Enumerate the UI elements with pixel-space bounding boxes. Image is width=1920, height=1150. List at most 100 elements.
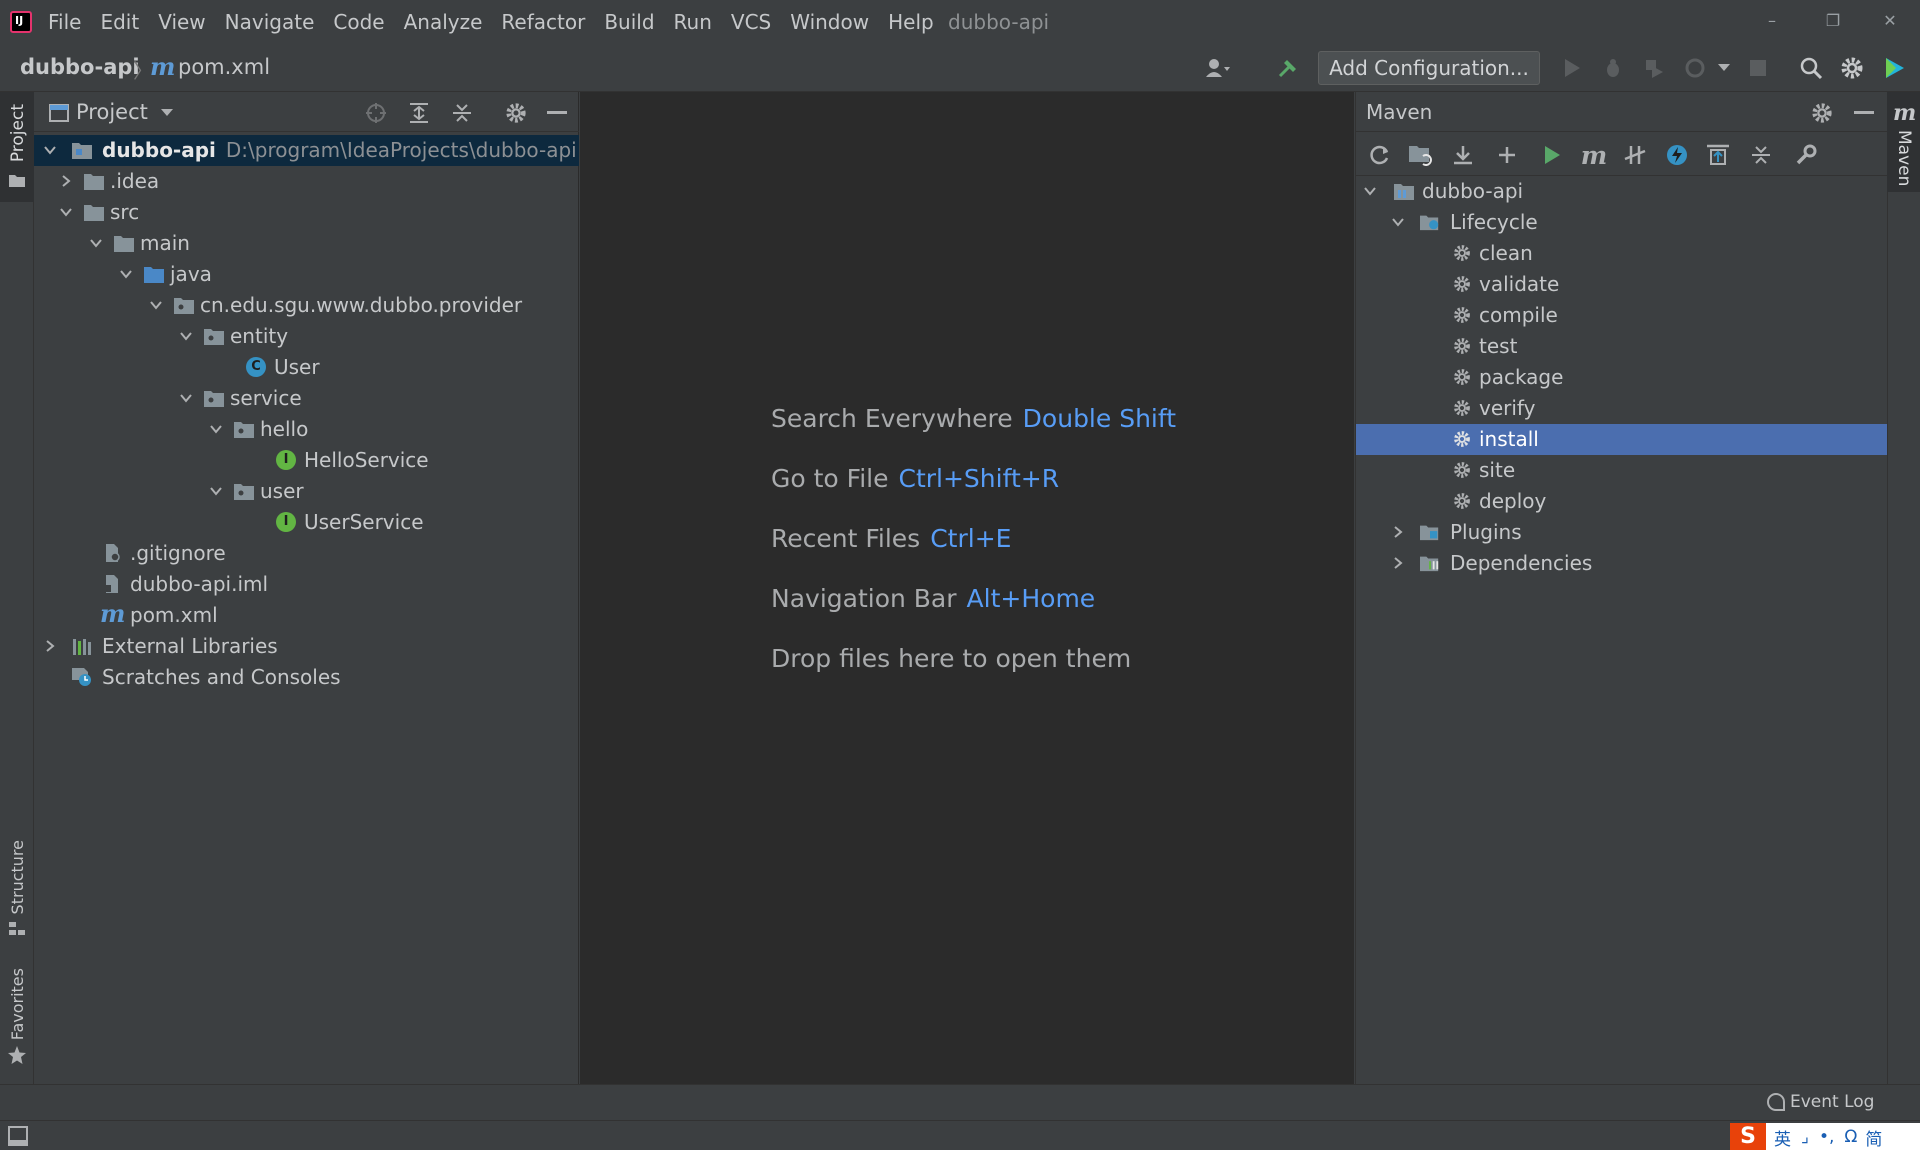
toggle-tool-windows-icon[interactable] (8, 1126, 28, 1146)
download-icon[interactable] (1449, 141, 1477, 169)
chevron-down-icon[interactable] (120, 268, 132, 280)
tree-node-hello[interactable]: hello (34, 414, 579, 445)
tree-node-service[interactable]: service (34, 383, 579, 414)
menu-run[interactable]: Run (674, 8, 712, 36)
menu-edit[interactable]: Edit (100, 8, 139, 36)
wrench-icon[interactable] (1792, 141, 1820, 169)
show-dependencies-icon[interactable] (1704, 141, 1732, 169)
menu-navigate[interactable]: Navigate (225, 8, 315, 36)
tree-node-main[interactable]: main (34, 228, 579, 259)
chevron-right-icon[interactable] (60, 175, 72, 187)
menu-help[interactable]: Help (888, 8, 934, 36)
chevron-right-icon[interactable] (1392, 557, 1404, 569)
maven-goal-site[interactable]: site (1356, 455, 1888, 486)
tree-node-user-class[interactable]: C User (34, 352, 579, 383)
tree-node-user-package[interactable]: user (34, 476, 579, 507)
tree-node-iml[interactable]: dubbo-api.iml (34, 569, 579, 600)
tree-node-helloservice[interactable]: I HelloService (34, 445, 579, 476)
menu-build[interactable]: Build (604, 8, 654, 36)
locate-file-icon[interactable] (363, 100, 389, 126)
add-icon[interactable] (1493, 141, 1521, 169)
maven-goal-deploy[interactable]: deploy (1356, 486, 1888, 517)
chevron-down-icon[interactable] (180, 392, 192, 404)
tree-node-project-root[interactable]: dubbo-api D:\program\IdeaProjects\dubbo-a… (34, 135, 579, 166)
chevron-down-icon[interactable] (44, 144, 56, 156)
maven-goal-install[interactable]: install (1356, 424, 1888, 455)
chevron-down-icon[interactable] (90, 237, 102, 249)
ime-moon-icon[interactable]: ⌟ (1801, 1127, 1809, 1147)
toggle-offline-icon[interactable] (1621, 141, 1649, 169)
breadcrumb-project[interactable]: dubbo-api (20, 55, 140, 79)
event-log-tab[interactable]: Event Log (1766, 1092, 1874, 1112)
run-icon[interactable] (1558, 54, 1586, 82)
menu-view[interactable]: View (158, 8, 205, 36)
debug-icon[interactable] (1599, 54, 1627, 82)
collapse-all-icon[interactable] (1747, 141, 1775, 169)
chevron-right-icon[interactable] (1392, 526, 1404, 538)
chevron-down-icon[interactable] (60, 206, 72, 218)
ime-symbol[interactable]: Ω (1844, 1127, 1857, 1147)
user-icon[interactable] (1204, 54, 1232, 82)
collapse-all-icon[interactable] (449, 100, 475, 126)
chevron-down-icon[interactable] (1392, 216, 1404, 228)
maven-node-project[interactable]: dubbo-api (1356, 176, 1888, 207)
toolbox-icon[interactable] (1880, 54, 1908, 82)
menu-window[interactable]: Window (790, 8, 869, 36)
chevron-right-icon[interactable] (44, 640, 56, 652)
maven-goal-verify[interactable]: verify (1356, 393, 1888, 424)
chevron-down-icon[interactable] (180, 330, 192, 342)
tree-node-src[interactable]: src (34, 197, 579, 228)
menu-refactor[interactable]: Refactor (501, 8, 585, 36)
tool-window-tab-maven-label[interactable]: Maven (1894, 130, 1914, 186)
tree-node-gitignore[interactable]: .gitignore (34, 538, 579, 569)
chevron-down-icon[interactable] (210, 423, 222, 435)
restore-button[interactable]: ❐ (1813, 6, 1853, 36)
maven-goal-icon[interactable]: m (1580, 141, 1608, 170)
build-hammer-icon[interactable] (1274, 54, 1302, 82)
chevron-down-icon[interactable] (1710, 54, 1738, 82)
reload-icon[interactable] (1366, 141, 1394, 169)
tool-window-tab-structure[interactable]: Structure (8, 840, 27, 914)
close-button[interactable]: ✕ (1870, 6, 1910, 36)
tree-node-package[interactable]: cn.edu.sgu.www.dubbo.provider (34, 290, 579, 321)
tree-node-pom[interactable]: m pom.xml (34, 599, 579, 631)
coverage-icon[interactable] (1640, 54, 1668, 82)
ime-punctuation[interactable]: •, (1819, 1127, 1834, 1147)
tree-node-idea[interactable]: .idea (34, 166, 579, 197)
chevron-down-icon[interactable] (150, 299, 162, 311)
menu-file[interactable]: File (48, 8, 81, 36)
tool-window-tab-project-label[interactable]: Project (8, 104, 28, 162)
settings-gear-icon[interactable] (1838, 54, 1866, 82)
chevron-down-icon[interactable] (210, 485, 222, 497)
maven-node-dependencies[interactable]: Dependencies (1356, 548, 1888, 579)
profile-icon[interactable] (1681, 54, 1709, 82)
ime-simplified[interactable]: 简 (1865, 1125, 1882, 1150)
settings-gear-icon[interactable] (1809, 100, 1835, 126)
project-panel-title[interactable]: Project (76, 100, 148, 124)
search-icon[interactable] (1797, 54, 1825, 82)
maven-goal-validate[interactable]: validate (1356, 269, 1888, 300)
tree-node-scratches[interactable]: Scratches and Consoles (34, 662, 579, 693)
tool-window-tab-favorites[interactable]: Favorites (8, 968, 27, 1040)
maven-goal-compile[interactable]: compile (1356, 300, 1888, 331)
maven-node-lifecycle[interactable]: Lifecycle (1356, 207, 1888, 238)
menu-vcs[interactable]: VCS (731, 8, 771, 36)
stop-icon[interactable] (1744, 54, 1772, 82)
tree-node-userservice[interactable]: I UserService (34, 507, 579, 538)
maven-goal-package[interactable]: package (1356, 362, 1888, 393)
add-configuration-button[interactable]: Add Configuration... (1318, 51, 1540, 85)
tree-node-java[interactable]: java (34, 259, 579, 290)
maven-node-plugins[interactable]: Plugins (1356, 517, 1888, 548)
tree-node-external-libraries[interactable]: External Libraries (34, 631, 579, 662)
skip-tests-icon[interactable] (1663, 141, 1691, 169)
menu-code[interactable]: Code (333, 8, 384, 36)
minimize-button[interactable]: – (1752, 6, 1792, 36)
hide-panel-icon[interactable] (1851, 100, 1877, 126)
menu-analyze[interactable]: Analyze (404, 8, 483, 36)
breadcrumb-file[interactable]: pom.xml (178, 55, 270, 79)
chevron-down-icon[interactable] (154, 100, 180, 126)
generate-sources-icon[interactable] (1407, 141, 1435, 169)
chevron-down-icon[interactable] (1364, 185, 1376, 197)
hide-panel-icon[interactable] (544, 100, 570, 126)
run-icon[interactable] (1538, 141, 1566, 169)
